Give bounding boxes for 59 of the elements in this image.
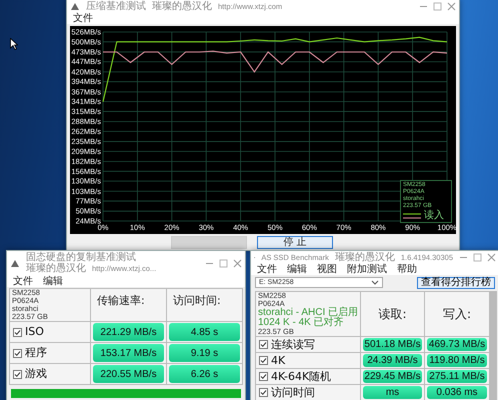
result-value: 501.18 MB/s <box>363 338 422 351</box>
result-value: 119.80 MB/s <box>427 354 487 367</box>
menu-item[interactable]: 文件 <box>13 276 33 286</box>
result-value: 0.036 ms <box>427 386 487 399</box>
test-label: 游戏 <box>25 368 47 380</box>
column-header: 传输速率: <box>91 289 166 321</box>
result-value: 221.29 MB/s <box>93 323 164 341</box>
checkbox[interactable] <box>259 372 268 381</box>
result-value: 275.11 MB/s <box>427 370 487 383</box>
test-label: ISO <box>25 326 44 338</box>
checkbox[interactable] <box>259 340 268 349</box>
window-title: 璀璨的愚汉化 <box>152 0 212 12</box>
test-label: 程序 <box>25 347 47 359</box>
maximize-icon[interactable] <box>219 258 228 268</box>
close-icon[interactable] <box>447 2 456 10</box>
result-value: 24.39 MB/s <box>363 354 422 367</box>
drive-info-text: storahci - AHCI 已启用 <box>258 308 358 318</box>
window-title: 璀璨的愚汉化 <box>334 252 395 262</box>
menu-item[interactable]: 视图 <box>317 264 337 274</box>
close-icon[interactable] <box>487 252 496 262</box>
column-header: 读取: <box>361 292 424 336</box>
maximize-icon[interactable] <box>433 2 442 10</box>
menu-item[interactable]: 编辑 <box>287 264 307 274</box>
menu-item[interactable]: 编辑 <box>43 276 63 286</box>
result-value: 9.19 s <box>169 344 240 362</box>
menu-item[interactable]: 文件 <box>73 12 93 24</box>
window-title: 璀璨的愚汉化 <box>26 263 86 274</box>
checkbox[interactable] <box>13 348 22 358</box>
result-value: 220.55 MB/s <box>93 365 164 383</box>
result-value: 229.45 MB/s <box>363 370 422 383</box>
checkbox[interactable] <box>13 328 22 336</box>
result-value: 153.17 MB/s <box>93 344 164 362</box>
test-label: 4K-64K随机 <box>271 370 332 382</box>
checkbox[interactable] <box>259 356 268 365</box>
menu-item[interactable]: 文件 <box>257 264 277 274</box>
window-title: 固态硬盘的复制基准测试 <box>26 252 136 263</box>
ranking-button[interactable]: 查看得分排行榜 <box>417 276 495 288</box>
stop-button[interactable]: 停 止 <box>257 236 333 249</box>
result-value: ms <box>363 386 422 399</box>
result-value: 6.26 s <box>169 365 240 383</box>
column-header: 写入: <box>425 292 489 336</box>
menu-item[interactable]: 附加测试 <box>347 264 387 274</box>
menu-item[interactable]: 帮助 <box>397 264 417 274</box>
checkbox[interactable] <box>259 388 268 397</box>
maximize-icon[interactable] <box>473 252 482 262</box>
result-value: 4.85 s <box>169 323 240 341</box>
drive-info-text: 1024 K - 4K 已对齐 <box>258 318 345 328</box>
test-label: 访问时间 <box>271 386 315 398</box>
checkbox[interactable] <box>13 370 22 378</box>
window-title: 压缩基准测试 <box>86 0 146 12</box>
legend-lines-icon <box>403 212 421 220</box>
legend-label: 读入 <box>424 210 444 221</box>
result-value: 469.73 MB/s <box>427 338 487 351</box>
test-label: 4K <box>271 354 286 366</box>
mouse-pointer-icon <box>10 38 18 50</box>
chevron-down-icon <box>371 280 379 285</box>
column-header: 访问时间: <box>167 289 242 321</box>
test-label: 连续读写 <box>271 338 315 350</box>
close-icon[interactable] <box>233 258 242 268</box>
